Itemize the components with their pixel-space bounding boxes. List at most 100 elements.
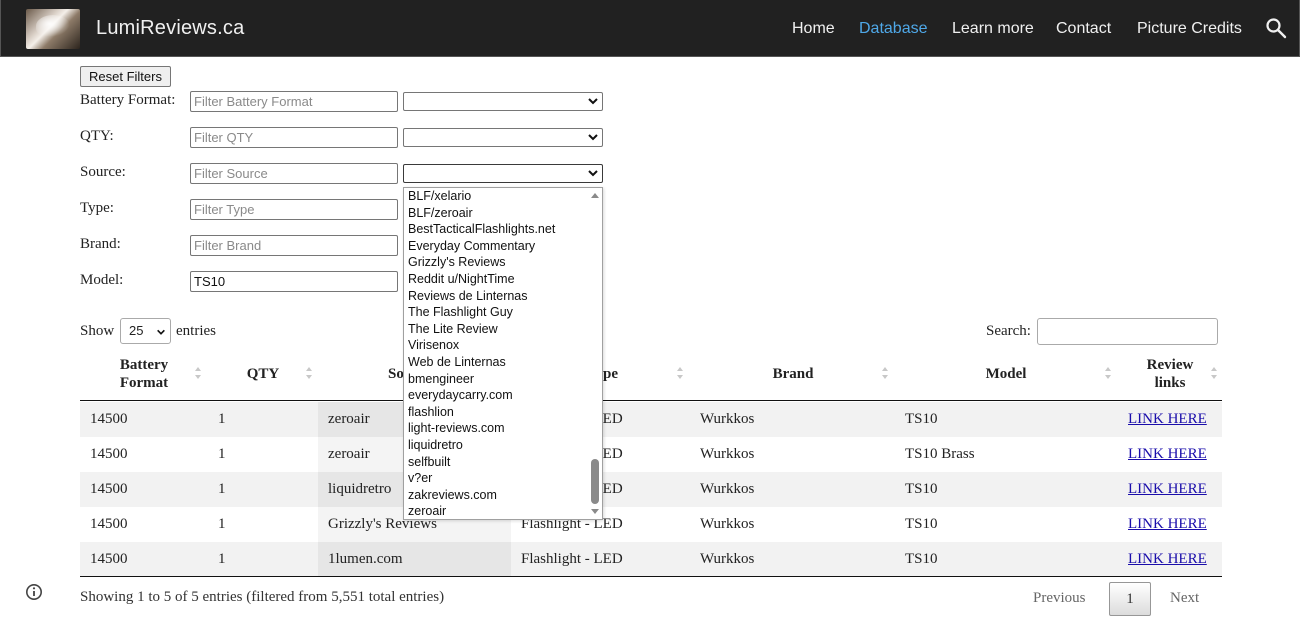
column-header-label: Review links — [1146, 357, 1194, 391]
chevron-down-icon — [588, 170, 598, 177]
source-option[interactable]: BLF/zeroair — [404, 205, 588, 222]
source-option[interactable]: The Lite Review — [404, 321, 588, 338]
cell-battery-format: 14500 — [90, 516, 128, 532]
scrollbar-thumb[interactable] — [591, 459, 599, 504]
cell-source: 1lumen.com — [318, 542, 511, 577]
source-option[interactable]: zeroair — [404, 503, 588, 520]
source-option[interactable]: Grizzly's Reviews — [404, 254, 588, 271]
page-length-select[interactable]: 25 — [120, 318, 171, 344]
chevron-down-icon — [157, 329, 165, 335]
review-link[interactable]: LINK HERE — [1128, 402, 1207, 437]
type-filter-input[interactable] — [190, 199, 398, 220]
column-header-label: Brand — [772, 366, 814, 382]
previous-page-button[interactable]: Previous — [1033, 590, 1086, 607]
cell-type: Flashlight - LED — [521, 551, 623, 567]
review-link[interactable]: LINK HERE — [1128, 507, 1207, 542]
battery-format-filter-input[interactable] — [190, 91, 398, 112]
column-header-battery-format[interactable]: Battery Format — [80, 347, 218, 401]
source-option[interactable]: flashlion — [404, 404, 588, 421]
filter-label: Battery Format: — [80, 92, 176, 108]
source-option[interactable]: Reviews de Linternas — [404, 288, 588, 305]
page-length-value: 25 — [129, 323, 144, 338]
source-option[interactable]: Virisenox — [404, 337, 588, 354]
cell-model: TS10 — [905, 516, 938, 532]
source-dropdown-list[interactable]: BLF/xelario BLF/zeroair BestTacticalFlashl… — [403, 187, 603, 520]
source-option[interactable]: Reddit u/NightTime — [404, 271, 588, 288]
dropdown-options: BLF/xelario BLF/zeroair BestTacticalFlashl… — [404, 188, 602, 520]
cell-qty: 1 — [218, 516, 226, 532]
source-option[interactable]: BestTacticalFlashlights.net — [404, 221, 588, 238]
column-header-qty[interactable]: QTY — [218, 347, 318, 401]
source-filter-select[interactable] — [403, 164, 603, 183]
source-option[interactable]: v?er — [404, 470, 588, 487]
table-row: 14500 1 1lumen.com Flashlight - LED Wurkkos T… — [80, 542, 1222, 577]
nav-database[interactable]: Database — [859, 20, 928, 38]
source-option[interactable]: light-reviews.com — [404, 420, 588, 437]
sort-icon — [1105, 367, 1111, 379]
source-option[interactable]: BLF/xelario — [404, 188, 588, 205]
review-link[interactable]: LINK HERE — [1128, 437, 1207, 472]
reset-filters-button[interactable]: Reset Filters — [80, 66, 171, 87]
column-header-model[interactable]: Model — [893, 347, 1116, 401]
show-label: Show — [80, 323, 115, 339]
battery-format-filter-select[interactable] — [403, 92, 603, 111]
review-link[interactable]: LINK HERE — [1128, 472, 1207, 507]
source-option[interactable]: The Flashlight Guy — [404, 304, 588, 321]
cell-qty: 1 — [218, 481, 226, 497]
filter-label: Brand: — [80, 236, 121, 252]
cell-battery-format: 14500 — [90, 481, 128, 497]
source-option[interactable]: liquidretro — [404, 437, 588, 454]
source-option[interactable]: everydaycarry.com — [404, 387, 588, 404]
site-logo[interactable] — [26, 9, 80, 49]
review-link[interactable]: LINK HERE — [1128, 542, 1207, 577]
nav-home[interactable]: Home — [792, 20, 835, 38]
cell-brand: Wurkkos — [700, 481, 755, 497]
column-header-review-links[interactable]: Review links — [1116, 347, 1222, 401]
table-info: Showing 1 to 5 of 5 entries (filtered fr… — [80, 589, 445, 605]
site-title[interactable]: LumiReviews.ca — [96, 17, 244, 40]
cell-qty: 1 — [218, 551, 226, 567]
column-header-label: Model — [985, 366, 1027, 382]
table-row: 145001zeroairFlashlight - LEDWurkkosTS10… — [80, 402, 1222, 437]
brand-filter-input[interactable] — [190, 235, 398, 256]
search-icon[interactable] — [1265, 17, 1287, 39]
top-navigation-bar: LumiReviews.ca Home Database Learn more … — [0, 0, 1300, 57]
cell-brand: Wurkkos — [700, 551, 755, 567]
table-header: Battery Format QTY So pe Brand Model Rev… — [80, 347, 1222, 401]
model-filter-input[interactable] — [190, 271, 398, 292]
source-filter-input[interactable] — [190, 163, 398, 184]
table-search-input[interactable] — [1037, 318, 1218, 345]
cell-battery-format: 14500 — [90, 446, 128, 462]
source-option[interactable]: zakreviews.com — [404, 487, 588, 504]
column-header-brand[interactable]: Brand — [688, 347, 893, 401]
column-header-label: QTY — [246, 366, 280, 382]
qty-filter-input[interactable] — [190, 127, 398, 148]
chevron-down-icon — [588, 98, 598, 105]
sort-icon — [677, 367, 683, 379]
qty-filter-select[interactable] — [403, 128, 603, 147]
table-bottom-border — [80, 576, 1222, 577]
source-option[interactable]: Web de Linternas — [404, 354, 588, 371]
nav-picture-credits[interactable]: Picture Credits — [1137, 20, 1242, 38]
filter-label: Source: — [80, 164, 126, 180]
filter-label: QTY: — [80, 128, 114, 144]
cell-model: TS10 Brass — [905, 446, 975, 462]
cell-battery-format: 14500 — [90, 411, 128, 427]
page-1-button[interactable]: 1 — [1109, 582, 1151, 616]
scroll-up-arrow-icon[interactable] — [591, 193, 599, 198]
table-search: Search: — [986, 318, 1218, 345]
info-icon[interactable] — [25, 583, 43, 601]
dropdown-scrollbar[interactable] — [588, 188, 602, 519]
source-option[interactable]: selfbuilt — [404, 454, 588, 471]
next-page-button[interactable]: Next — [1170, 590, 1199, 607]
nav-contact[interactable]: Contact — [1056, 20, 1111, 38]
sort-icon — [306, 367, 312, 379]
nav-learn-more[interactable]: Learn more — [952, 20, 1034, 38]
cell-model: TS10 — [905, 411, 938, 427]
cell-brand: Wurkkos — [700, 411, 755, 427]
cell-qty: 1 — [218, 411, 226, 427]
column-header-label: Battery Format — [119, 357, 169, 391]
source-option[interactable]: Everyday Commentary — [404, 238, 588, 255]
scroll-down-arrow-icon[interactable] — [591, 509, 599, 514]
source-option[interactable]: bmengineer — [404, 371, 588, 388]
